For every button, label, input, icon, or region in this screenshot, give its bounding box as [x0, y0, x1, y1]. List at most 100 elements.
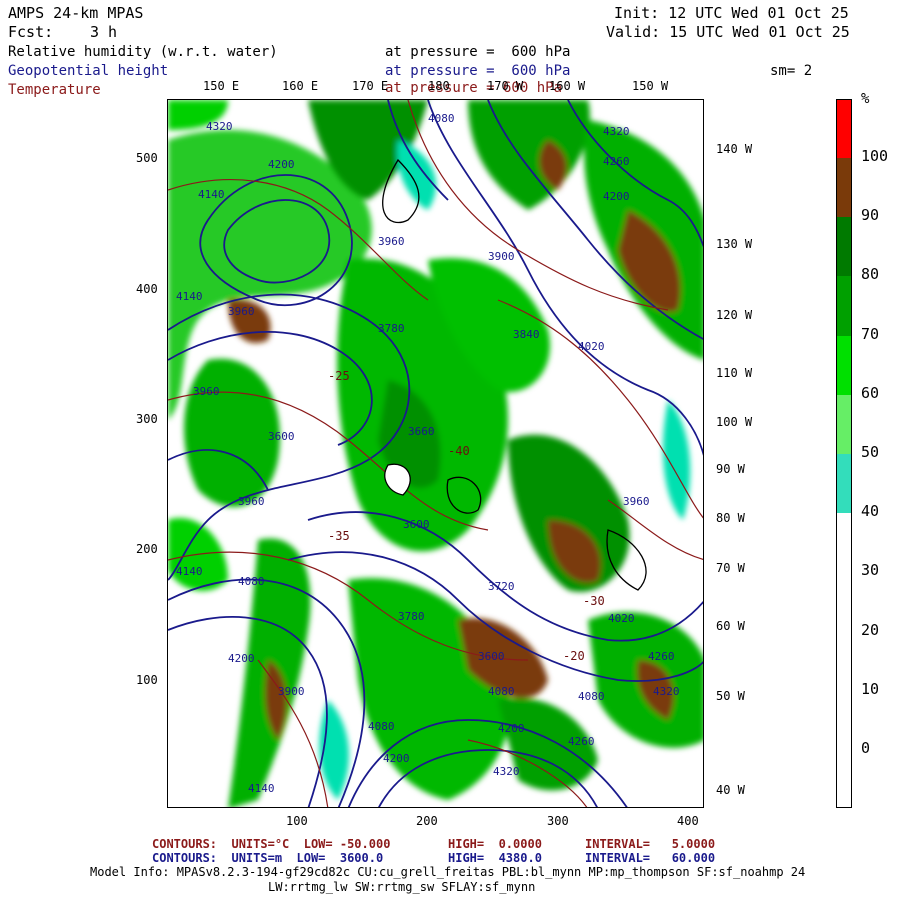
map-label: 4200: [228, 652, 255, 665]
x-tick-label: 100: [286, 814, 308, 828]
map-label: 3960: [378, 235, 405, 248]
lon-label-right: 70 W: [716, 561, 745, 575]
height-contour-info: CONTOURS: UNITS=m LOW= 3600.0: [152, 851, 384, 865]
colorbar-tick-label: 0: [861, 739, 871, 757]
y-tick-label: 300: [136, 412, 158, 426]
map-label: 4200: [268, 158, 295, 171]
map-label: 4320: [493, 765, 520, 778]
x-tick-label: 400: [677, 814, 699, 828]
y-tick-label: 500: [136, 151, 158, 165]
field-rh-name: Relative humidity (w.r.t. water): [8, 44, 278, 60]
map-label: 4140: [176, 565, 203, 578]
map-label: 3660: [408, 425, 435, 438]
map-label: 3720: [488, 580, 515, 593]
map-label: 4020: [608, 612, 635, 625]
lon-label-right: 110 W: [716, 366, 753, 380]
map-label: 4080: [428, 112, 455, 125]
temp-contour-interval: INTERVAL= 5.0000: [585, 837, 716, 851]
map-label: 3780: [398, 610, 425, 623]
colorbar-tick-label: 40: [861, 502, 880, 521]
map-label: 4320: [653, 685, 680, 698]
map-label: 3600: [268, 430, 295, 443]
colorbar-segment: [837, 217, 851, 277]
lon-label-right: 130 W: [716, 237, 753, 251]
colorbar-segment: [837, 513, 851, 573]
lon-label-right: 50 W: [716, 689, 745, 703]
colorbar-tick-label: 20: [861, 620, 880, 639]
x-tick-label: 200: [416, 814, 438, 828]
y-tick-label: 100: [136, 673, 158, 687]
map-label: 4140: [198, 188, 225, 201]
init-time: Init: 12 UTC Wed 01 Oct 25: [614, 4, 849, 22]
colorbar: [836, 99, 852, 808]
map-label: 4200: [603, 190, 630, 203]
forecast-hour: 3 h: [90, 23, 118, 41]
y-tick-label: 400: [136, 282, 158, 296]
forecast-label: Fcst:: [8, 23, 54, 41]
map-label: 4260: [648, 650, 675, 663]
map-label: 4320: [206, 120, 233, 133]
colorbar-tick-label: 90: [861, 206, 880, 225]
map-label: 3960: [238, 495, 265, 508]
map-label: -35: [328, 529, 350, 543]
model-info: Model Info: MPASv8.2.3-194-gf29cd82c CU:…: [90, 865, 806, 879]
height-contour-interval: INTERVAL= 60.000: [585, 851, 716, 865]
colorbar-tick-label: 30: [861, 561, 880, 580]
y-tick-label: 200: [136, 542, 158, 556]
field-temp-name: Temperature: [8, 82, 101, 98]
field-height-level: at pressure = 600 hPa: [385, 63, 571, 79]
lon-label-top: 160 E: [282, 79, 319, 93]
smoothing-label: sm= 2: [770, 63, 813, 79]
map-label: 4020: [578, 340, 605, 353]
valid-time: Valid: 15 UTC Wed 01 Oct 25: [606, 23, 850, 41]
map-label: 4140: [176, 290, 203, 303]
field-rh-level: at pressure = 600 hPa: [385, 44, 571, 60]
map-label: 4080: [488, 685, 515, 698]
map-label: 3600: [403, 518, 430, 531]
colorbar-unit: %: [861, 91, 870, 107]
lon-label-top: 180: [428, 79, 450, 93]
lon-label-top: 150 E: [203, 79, 240, 93]
map-label: 4080: [238, 575, 265, 588]
model-title: AMPS 24-km MPAS: [8, 4, 144, 22]
colorbar-segment: [837, 100, 851, 158]
map-label: 3900: [488, 250, 515, 263]
lon-label-right: 80 W: [716, 511, 745, 525]
map-canvas: 4320 4200 4140 4140 3960 3960 3960 3780 …: [168, 100, 703, 807]
map-label: 4140: [248, 782, 275, 795]
lon-label-right: 120 W: [716, 308, 753, 322]
map-label: 3900: [278, 685, 305, 698]
x-tick-label: 300: [547, 814, 569, 828]
field-height-name: Geopotential height: [8, 63, 169, 79]
map-label: 4260: [603, 155, 630, 168]
colorbar-tick-label: 60: [861, 383, 880, 402]
colorbar-segment: [837, 276, 851, 336]
map-label: 4200: [498, 722, 525, 735]
map-label: 3840: [513, 328, 540, 341]
model-info-2: LW:rrtmg_lw SW:rrtmg_sw SFLAY:sf_mynn: [268, 880, 536, 894]
colorbar-segment: [837, 394, 851, 454]
colorbar-tick-label: 10: [861, 679, 880, 698]
map-label: -20: [563, 649, 585, 663]
colorbar-tick-label: 100: [861, 147, 889, 165]
lon-label-top: 160 W: [549, 79, 586, 93]
colorbar-tick-label: 50: [861, 443, 880, 461]
weather-map[interactable]: 4320 4200 4140 4140 3960 3960 3960 3780 …: [167, 99, 704, 808]
lon-label-top: 170 W: [487, 79, 524, 93]
colorbar-segment: [837, 158, 851, 218]
lon-label-right: 90 W: [716, 462, 745, 476]
map-label: -25: [328, 369, 350, 383]
colorbar-segment: [837, 572, 851, 632]
lon-label-right: 140 W: [716, 142, 753, 156]
lon-label-right: 100 W: [716, 415, 753, 429]
temp-contour-high: HIGH= 0.0000: [448, 837, 542, 851]
map-label: 3600: [478, 650, 505, 663]
lon-label-top: 150 W: [632, 79, 669, 93]
map-label: -40: [448, 444, 470, 458]
colorbar-segment: [837, 631, 851, 691]
map-label: 4260: [568, 735, 595, 748]
map-label: 3780: [378, 322, 405, 335]
lon-label-top: 170 E: [352, 79, 389, 93]
map-label: 3960: [228, 305, 255, 318]
lon-label-right: 40 W: [716, 783, 745, 797]
